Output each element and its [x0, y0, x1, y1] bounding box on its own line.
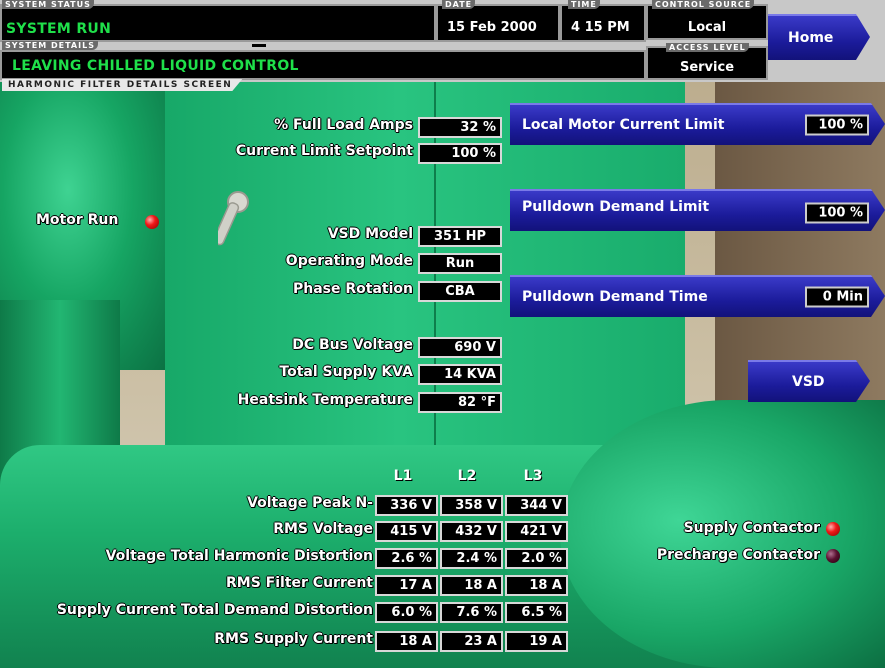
full-load-amps-value: 32 %: [418, 117, 502, 138]
table-cell: 421 V: [505, 521, 568, 542]
system-status-tab: SYSTEM STATUS: [2, 0, 94, 9]
table-cell: 7.6 %: [440, 602, 503, 623]
pulldown-demand-time-label: Pulldown Demand Time: [522, 289, 708, 305]
operating-mode-value: Run: [418, 253, 502, 274]
pulldown-demand-limit-label: Pulldown Demand Limit: [522, 199, 710, 215]
date-tab: DATE: [442, 0, 476, 9]
table-cell: 6.5 %: [505, 602, 568, 623]
total-supply-kva-label: Total Supply KVA: [279, 364, 413, 380]
motor-run-label: Motor Run: [36, 212, 119, 228]
table-cell: 344 V: [505, 495, 568, 516]
local-motor-current-limit-label: Local Motor Current Limit: [522, 117, 725, 133]
access-level-tab: ACCESS LEVEL: [666, 43, 749, 52]
supply-contactor-indicator-icon: [826, 522, 840, 536]
table-cell: 358 V: [440, 495, 503, 516]
table-row-label: RMS Voltage: [273, 521, 373, 537]
heatsink-temperature-label: Heatsink Temperature: [237, 392, 413, 408]
table-cell: 2.4 %: [440, 548, 503, 569]
table-row-label: RMS Filter Current: [226, 575, 373, 591]
table-cell: 6.0 %: [375, 602, 438, 623]
vsd-button[interactable]: VSD: [748, 360, 870, 402]
operating-mode-label: Operating Mode: [285, 253, 413, 269]
system-details-value: LEAVING CHILLED LIQUID CONTROL: [12, 58, 299, 74]
column-header-l1: L1: [393, 468, 413, 484]
full-load-amps-label: % Full Load Amps: [274, 117, 413, 133]
table-cell: 23 A: [440, 631, 503, 652]
time-tab: TIME: [568, 0, 600, 9]
table-row-label: Voltage Peak N-: [247, 495, 373, 511]
table-cell: 18 A: [505, 575, 568, 596]
screen-title: HARMONIC FILTER DETAILS SCREEN: [2, 79, 242, 91]
pulldown-demand-time-button[interactable]: Pulldown Demand Time 0 Min: [510, 275, 885, 317]
home-button[interactable]: Home: [768, 14, 870, 60]
column-header-l2: L2: [457, 468, 477, 484]
access-level-value: Service: [679, 60, 735, 75]
control-source-value: Local: [687, 20, 727, 35]
status-bar: SYSTEM STATUS SYSTEM RUN SYSTEM DETAILS …: [0, 0, 885, 82]
home-button-label: Home: [788, 30, 834, 46]
local-motor-current-limit-button[interactable]: Local Motor Current Limit 100 %: [510, 103, 885, 145]
table-cell: 432 V: [440, 521, 503, 542]
system-details-tab: SYSTEM DETAILS: [2, 41, 98, 50]
table-cell: 2.6 %: [375, 548, 438, 569]
vsd-button-label: VSD: [792, 374, 825, 390]
table-row-label: RMS Supply Current: [214, 631, 373, 647]
table-cell: 17 A: [375, 575, 438, 596]
current-limit-setpoint-label: Current Limit Setpoint: [235, 143, 413, 159]
heatsink-temperature-value: 82 °F: [418, 392, 502, 413]
pulldown-demand-limit-button[interactable]: Pulldown Demand Limit 100 %: [510, 189, 885, 231]
vsd-model-label: VSD Model: [327, 226, 413, 242]
divider: [252, 44, 266, 47]
current-limit-setpoint-value: 100 %: [418, 143, 502, 164]
dc-bus-voltage-value: 690 V: [418, 337, 502, 358]
precharge-contactor-label: Precharge Contactor: [656, 547, 820, 563]
phase-rotation-value: CBA: [418, 281, 502, 302]
total-supply-kva-value: 14 KVA: [418, 364, 502, 385]
local-motor-current-limit-value: 100 %: [805, 115, 869, 136]
table-cell: 18 A: [440, 575, 503, 596]
vsd-model-value: 351 HP: [418, 226, 502, 247]
precharge-contactor-indicator-icon: [826, 549, 840, 563]
table-cell: 19 A: [505, 631, 568, 652]
table-cell: 2.0 %: [505, 548, 568, 569]
table-row-label: Voltage Total Harmonic Distortion: [105, 548, 373, 564]
table-row-label: Supply Current Total Demand Distortion: [56, 602, 373, 618]
table-cell: 336 V: [375, 495, 438, 516]
table-cell: 415 V: [375, 521, 438, 542]
dc-bus-voltage-label: DC Bus Voltage: [292, 337, 413, 353]
pulldown-demand-time-value: 0 Min: [805, 287, 869, 308]
control-source-tab: CONTROL SOURCE: [652, 0, 755, 9]
supply-contactor-label: Supply Contactor: [683, 520, 820, 536]
motor-run-indicator-icon: [145, 215, 159, 229]
phase-rotation-label: Phase Rotation: [293, 281, 413, 297]
cabinet-handle-icon: [218, 191, 249, 246]
column-header-l3: L3: [523, 468, 543, 484]
table-cell: 18 A: [375, 631, 438, 652]
pulldown-demand-limit-value: 100 %: [805, 203, 869, 224]
